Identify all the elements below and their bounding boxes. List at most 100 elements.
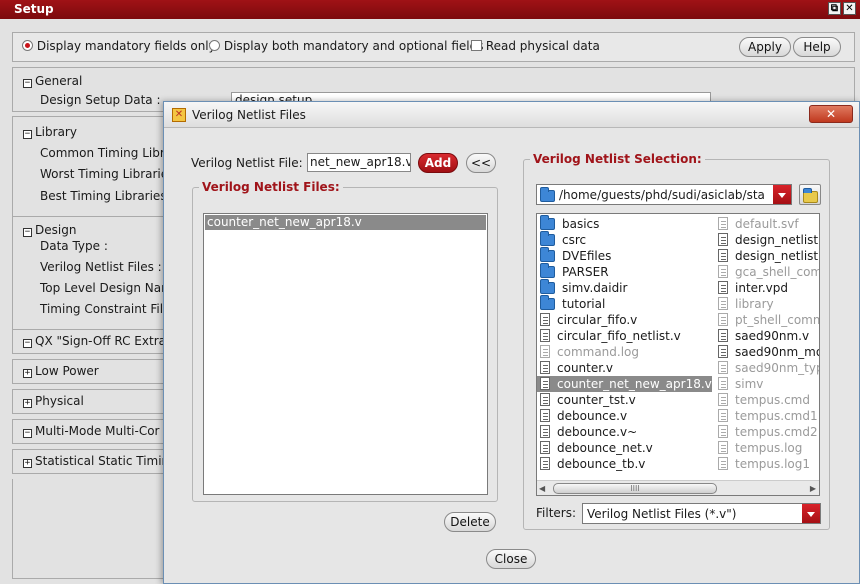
file-list-item[interactable]: gca_shell_com: [715, 264, 819, 280]
file-icon: [540, 441, 550, 454]
file-list-item[interactable]: saed90nm_typ.: [715, 360, 820, 376]
read-physical-option[interactable]: Read physical data: [471, 39, 600, 53]
back-button[interactable]: <<: [466, 153, 496, 173]
physical-header[interactable]: + Physical: [23, 394, 84, 408]
file-list-item[interactable]: counter.v: [537, 360, 712, 376]
radio-both-option[interactable]: Display both mandatory and optional fiel…: [209, 39, 483, 53]
parent-folder-button[interactable]: [799, 184, 821, 205]
filters-combo[interactable]: Verilog Netlist Files (*.v"): [582, 503, 821, 524]
file-list-item[interactable]: tempus.log: [715, 440, 819, 456]
low-power-header[interactable]: + Low Power: [23, 364, 99, 378]
netlist-file-input[interactable]: net_new_apr18.v: [307, 153, 411, 172]
file-list-item[interactable]: simv: [715, 376, 819, 392]
file-icon: [540, 377, 550, 390]
file-icon: [540, 393, 550, 406]
expand-icon[interactable]: +: [23, 369, 32, 378]
file-name: pt_shell_comma: [735, 313, 819, 327]
file-list-item[interactable]: PARSER: [537, 263, 712, 280]
file-list-item[interactable]: tempus.log1: [715, 456, 819, 472]
dialog-close-icon[interactable]: ✕: [809, 105, 853, 123]
statistical-header[interactable]: + Statistical Static Timing: [23, 454, 177, 468]
netlist-files-list[interactable]: counter_net_new_apr18.v: [203, 213, 488, 495]
folder-icon: [540, 231, 555, 246]
file-name: tempus.cmd: [735, 393, 810, 407]
file-list-item[interactable]: default.svf: [715, 216, 819, 232]
horizontal-scrollbar[interactable]: ◀ IIII ▶: [537, 480, 819, 495]
design-header[interactable]: − Design: [23, 223, 76, 237]
file-list-item[interactable]: tempus.cmd1: [715, 408, 819, 424]
close-button[interactable]: Close: [486, 549, 536, 569]
file-icon: [718, 313, 728, 326]
qx-header[interactable]: − QX "Sign-Off RC Extra: [23, 334, 166, 348]
delete-button[interactable]: Delete: [444, 512, 496, 532]
radio-both[interactable]: [209, 40, 220, 51]
path-combo[interactable]: /home/guests/phd/sudi/asiclab/sta: [536, 184, 792, 205]
close-window-icon[interactable]: ✕: [843, 2, 856, 15]
file-name: design_netlist.v: [735, 233, 820, 247]
file-list-item[interactable]: counter_tst.v: [537, 392, 712, 408]
file-icon: [540, 457, 550, 470]
folder-icon: [540, 295, 555, 310]
multi-mode-header[interactable]: − Multi-Mode Multi-Cor: [23, 424, 160, 438]
scroll-thumb[interactable]: IIII: [553, 483, 717, 494]
radio-mandatory[interactable]: [22, 40, 33, 51]
folder-icon: [540, 187, 555, 202]
list-item[interactable]: counter_net_new_apr18.v: [205, 215, 486, 230]
file-icon: [718, 329, 728, 342]
chevron-down-icon[interactable]: [773, 185, 791, 204]
file-list-item[interactable]: debounce.v~: [537, 424, 712, 440]
file-list-item[interactable]: design_netlist.v: [715, 232, 820, 248]
file-list-item[interactable]: csrc: [537, 231, 712, 248]
read-physical-checkbox[interactable]: [471, 40, 482, 51]
file-name: saed90nm_typ.: [735, 361, 820, 375]
file-icon: [540, 313, 550, 326]
collapse-icon[interactable]: −: [23, 339, 32, 348]
file-list-item[interactable]: debounce_tb.v: [537, 456, 712, 472]
file-name: counter_tst.v: [557, 393, 636, 407]
collapse-icon[interactable]: −: [23, 429, 32, 438]
file-list-item[interactable]: library: [715, 296, 819, 312]
file-list-item[interactable]: saed90nm_moc: [715, 344, 819, 360]
file-list-item[interactable]: command.log: [537, 344, 712, 360]
file-list-item[interactable]: tutorial: [537, 295, 712, 312]
help-button[interactable]: Help: [793, 37, 841, 57]
file-browser-list[interactable]: basics csrc DVEfiles PARSER simv.daidir tutor…: [536, 213, 820, 496]
file-name: counter_net_new_apr18.v: [557, 377, 712, 391]
file-name: debounce_tb.v: [557, 457, 646, 471]
collapse-icon[interactable]: −: [23, 228, 32, 237]
file-list-item[interactable]: pt_shell_comma: [715, 312, 819, 328]
library-header[interactable]: − Library: [23, 125, 77, 139]
file-list-item[interactable]: circular_fifo_netlist.v: [537, 328, 712, 344]
restore-icon[interactable]: ⧉: [828, 2, 841, 15]
file-list-item[interactable]: counter_net_new_apr18.v: [537, 376, 712, 392]
file-list-item[interactable]: simv.daidir: [537, 279, 712, 296]
file-list-item[interactable]: inter.vpd: [715, 280, 819, 296]
scroll-left-icon[interactable]: ◀: [539, 484, 545, 493]
file-list-item[interactable]: circular_fifo.v: [537, 312, 712, 328]
expand-icon[interactable]: +: [23, 399, 32, 408]
common-timing-label: Common Timing Librar: [40, 146, 178, 160]
top-level-design-label: Top Level Design Nar: [40, 281, 167, 295]
apply-button[interactable]: Apply: [739, 37, 791, 57]
file-list-item[interactable]: saed90nm.v: [715, 328, 819, 344]
expand-icon[interactable]: +: [23, 459, 32, 468]
file-list-item[interactable]: tempus.cmd2: [715, 424, 819, 440]
file-icon: [718, 409, 728, 422]
general-header[interactable]: − General: [23, 74, 82, 88]
add-button[interactable]: Add: [418, 153, 458, 173]
chevron-down-icon[interactable]: [802, 504, 820, 523]
collapse-icon[interactable]: −: [23, 130, 32, 139]
dialog-titlebar: ✕ Verilog Netlist Files ✕: [164, 102, 859, 128]
collapse-icon[interactable]: −: [23, 79, 32, 88]
file-name: command.log: [557, 345, 640, 359]
file-list-item[interactable]: design_netlist.v: [715, 248, 819, 264]
file-list-item[interactable]: debounce.v: [537, 408, 712, 424]
radio-mandatory-option[interactable]: Display mandatory fields only: [22, 39, 216, 53]
netlist-selection-group: Verilog Netlist Selection: /home/guests/…: [523, 152, 830, 530]
file-list-item[interactable]: debounce_net.v: [537, 440, 712, 456]
file-list-item[interactable]: DVEfiles: [537, 247, 712, 264]
scroll-right-icon[interactable]: ▶: [810, 484, 816, 493]
window-title: Setup: [14, 2, 54, 16]
file-list-item[interactable]: tempus.cmd: [715, 392, 819, 408]
file-list-item[interactable]: basics: [537, 215, 712, 232]
